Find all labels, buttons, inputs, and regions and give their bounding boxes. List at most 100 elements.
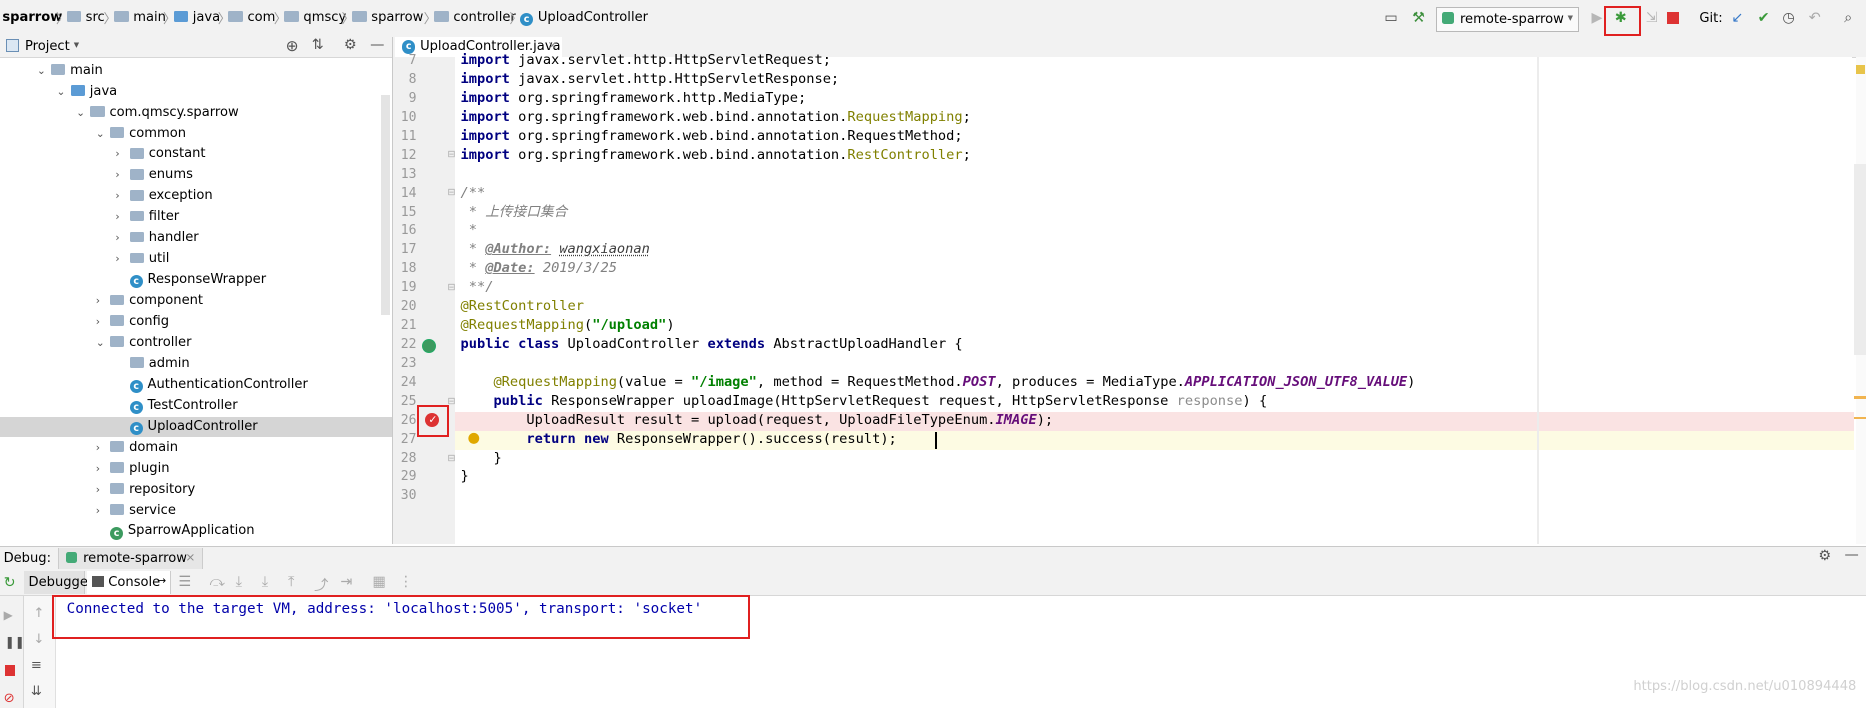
code-line[interactable]: UploadResult result = upload(request, Up… <box>461 411 1053 430</box>
tree-item[interactable]: › handler <box>0 228 392 248</box>
breadcrumb-sparrow[interactable]: sparrow <box>352 10 423 25</box>
stop-icon[interactable] <box>1667 11 1680 24</box>
chevron-right-icon[interactable]: › <box>115 165 129 185</box>
chevron-right-icon[interactable]: › <box>96 459 110 479</box>
minimize-icon[interactable]: — <box>1845 547 1859 563</box>
chevron-down-icon[interactable]: ⌄ <box>96 124 110 144</box>
chevron-down-icon[interactable]: ⌄ <box>57 82 71 102</box>
fold-marker-icon[interactable]: ⊟ <box>447 282 455 293</box>
git-rollback-icon[interactable]: ↶ <box>1806 10 1823 27</box>
chevron-right-icon[interactable]: › <box>115 249 129 269</box>
tree-item[interactable]: c ResponseWrapper <box>0 270 392 290</box>
tree-item[interactable]: c TestController <box>0 396 392 416</box>
scroll-to-end-icon[interactable]: ⇊ <box>31 684 42 699</box>
tree-item[interactable]: › domain <box>0 438 392 458</box>
breadcrumb-uploadcontroller[interactable]: c UploadController <box>520 10 648 26</box>
tree-item[interactable]: › config <box>0 312 392 332</box>
tree-item[interactable]: › repository <box>0 480 392 500</box>
chevron-down-icon[interactable]: ▾ <box>74 38 79 51</box>
close-icon[interactable]: × <box>547 38 557 52</box>
tree-item[interactable]: › enums <box>0 165 392 185</box>
tree-item[interactable]: › filter <box>0 207 392 227</box>
code-line[interactable]: public ResponseWrapper uploadImage(HttpS… <box>461 392 1267 411</box>
chevron-right-icon[interactable]: › <box>115 207 129 227</box>
tree-item[interactable]: ⌄ com.qmscy.sparrow <box>0 103 392 123</box>
tab-remote-sparrow[interactable]: remote-sparrow × <box>58 548 204 569</box>
step-out-icon[interactable]: ⤒ <box>288 574 294 590</box>
drop-frame-icon[interactable]: ⤴ <box>314 574 328 595</box>
code-line[interactable]: * <box>461 221 477 240</box>
tree-item[interactable]: › component <box>0 291 392 311</box>
tab-debugger[interactable]: Debugger <box>23 571 93 594</box>
lightbulb-icon[interactable]: ● <box>468 430 480 446</box>
tree-item[interactable]: c AuthenticationController <box>0 375 392 395</box>
menu-lines-icon[interactable]: ☰ <box>179 574 192 590</box>
breadcrumb-src[interactable]: src <box>66 10 105 25</box>
soft-wrap-icon[interactable]: ≡ <box>31 658 42 673</box>
git-update-icon[interactable]: ↙ <box>1729 10 1746 27</box>
tree-item[interactable]: › exception <box>0 186 392 206</box>
run-configuration-select[interactable]: remote-sparrow ▾ <box>1436 7 1579 32</box>
resume-icon[interactable]: ▶ <box>4 608 13 622</box>
project-panel-title[interactable]: Project <box>25 39 70 54</box>
code-line[interactable]: @RequestMapping("/upload") <box>461 316 675 335</box>
chevron-down-icon[interactable]: ⌄ <box>96 333 110 353</box>
attach-debugger-icon[interactable]: ⇲ <box>1643 10 1660 27</box>
code-line[interactable]: * 上传接口集合 <box>461 203 568 222</box>
fold-marker-icon[interactable]: ⊟ <box>447 396 455 407</box>
run-icon[interactable]: ▶ <box>1589 10 1606 27</box>
tree-item[interactable]: c UploadController <box>0 416 392 437</box>
view-breakpoints-icon[interactable]: ⊘ <box>4 691 15 706</box>
tree-item[interactable]: › constant <box>0 144 392 164</box>
breadcrumb-qmscy[interactable]: qmscy <box>284 10 346 25</box>
scroll-thumb[interactable] <box>1854 164 1866 355</box>
project-scrollbar[interactable] <box>380 95 391 316</box>
chevron-right-icon[interactable]: › <box>115 228 129 248</box>
step-over-icon[interactable]: ⤼ <box>209 574 224 590</box>
rerun-icon[interactable]: ↻ <box>4 575 16 591</box>
fold-marker-icon[interactable]: ⊟ <box>447 453 455 464</box>
tree-item[interactable]: ⌄ controller <box>0 333 392 353</box>
run-to-cursor-icon[interactable]: ⇥ <box>340 574 352 590</box>
code-line[interactable]: **/ <box>461 278 494 297</box>
tab-console[interactable]: Console → <box>86 571 172 594</box>
chevron-right-icon[interactable]: › <box>96 480 110 500</box>
chevron-right-icon[interactable]: › <box>115 144 129 164</box>
git-history-icon[interactable]: ◷ <box>1780 10 1797 27</box>
chevron-right-icon[interactable]: › <box>96 501 110 521</box>
force-step-into-icon[interactable]: ⤓ <box>262 574 268 590</box>
code-line[interactable]: return new ResponseWrapper().success(res… <box>461 430 896 449</box>
warning-marker-icon[interactable] <box>1856 65 1865 74</box>
gear-icon[interactable]: ⚙ <box>1818 548 1831 564</box>
code-line[interactable]: import org.springframework.web.bind.anno… <box>461 146 971 165</box>
code-line[interactable]: import javax.servlet.http.HttpServletRes… <box>461 70 840 89</box>
evaluate-expression-icon[interactable]: ▦ <box>372 574 385 590</box>
code-line[interactable]: @RestController <box>461 297 584 316</box>
chevron-right-icon[interactable]: › <box>96 312 110 332</box>
code-line[interactable]: import org.springframework.web.bind.anno… <box>461 108 971 127</box>
tree-item[interactable]: › util <box>0 249 392 269</box>
git-commit-icon[interactable]: ✔ <box>1755 10 1772 27</box>
step-into-icon[interactable]: ⤓ <box>236 574 242 590</box>
code-line[interactable]: /** <box>461 184 486 203</box>
breadcrumb-com[interactable]: com <box>228 10 275 25</box>
chevron-down-icon[interactable]: ⌄ <box>37 61 51 81</box>
tree-item[interactable]: › plugin <box>0 459 392 479</box>
code-line[interactable]: * @Author: wangxiaonan <box>461 240 650 259</box>
code-line[interactable]: public class UploadController extends Ab… <box>461 335 963 354</box>
chevron-right-icon[interactable]: › <box>115 186 129 206</box>
code-line[interactable]: import org.springframework.web.bind.anno… <box>461 127 963 146</box>
fold-marker-icon[interactable]: ⊟ <box>447 187 455 198</box>
search-icon[interactable]: ⌕ <box>1840 10 1857 27</box>
breadcrumb-java[interactable]: java <box>173 10 220 25</box>
collapse-all-icon[interactable]: ⇅ <box>312 37 324 53</box>
locate-file-icon[interactable]: ⊕ <box>286 37 299 55</box>
code-line[interactable]: * @Date: 2019/3/25 <box>461 259 617 278</box>
minimize-icon[interactable]: — <box>370 37 384 53</box>
project-structure-icon[interactable]: ▭ <box>1383 10 1400 27</box>
chevron-right-icon[interactable]: › <box>96 291 110 311</box>
build-hammer-icon[interactable]: ⚒ <box>1410 10 1427 27</box>
down-arrow-icon[interactable]: ↓ <box>33 632 44 647</box>
close-icon[interactable]: × <box>185 550 195 564</box>
fold-marker-icon[interactable]: ⊟ <box>447 149 455 160</box>
